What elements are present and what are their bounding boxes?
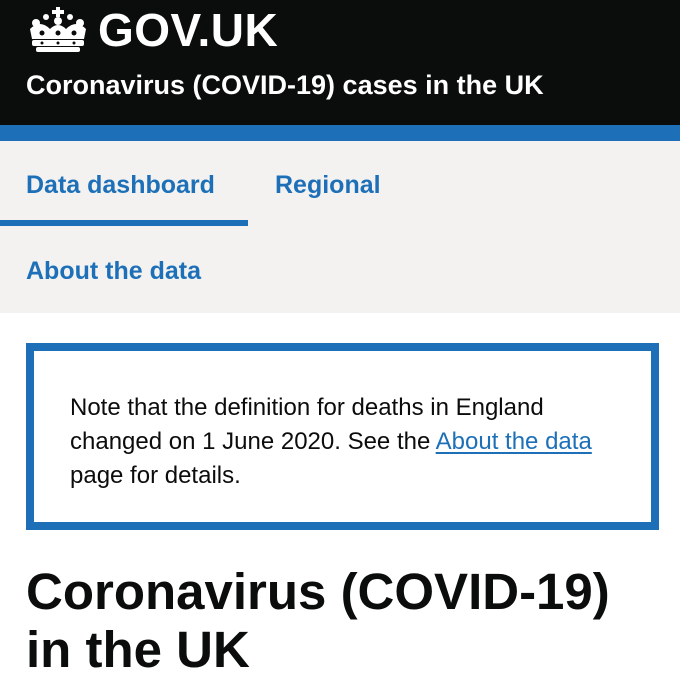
- site-header: GOV.UK Coronavirus (COVID-19) cases in t…: [0, 0, 680, 125]
- header-blue-rule: [0, 125, 680, 141]
- notice-text-after: page for details.: [70, 462, 241, 489]
- nav-item-data-dashboard[interactable]: Data dashboard: [26, 173, 215, 198]
- nav-item-regional[interactable]: Regional: [275, 173, 381, 198]
- notice-text: Note that the definition for deaths in E…: [70, 391, 630, 493]
- logo-text: GOV.UK: [98, 4, 279, 56]
- active-tab-indicator: [0, 220, 248, 226]
- main-navigation: Data dashboard Regional About the data: [0, 141, 680, 313]
- page-title: Coronavirus (COVID-19) in the UK: [26, 563, 610, 678]
- about-the-data-link[interactable]: About the data: [436, 428, 592, 455]
- govuk-logo-link[interactable]: GOV.UK: [26, 2, 278, 58]
- service-name-link[interactable]: Coronavirus (COVID-19) cases in the UK: [26, 72, 544, 99]
- crown-icon: [30, 7, 86, 52]
- nav-item-about-the-data[interactable]: About the data: [26, 259, 201, 284]
- notice-box: Note that the definition for deaths in E…: [26, 343, 659, 530]
